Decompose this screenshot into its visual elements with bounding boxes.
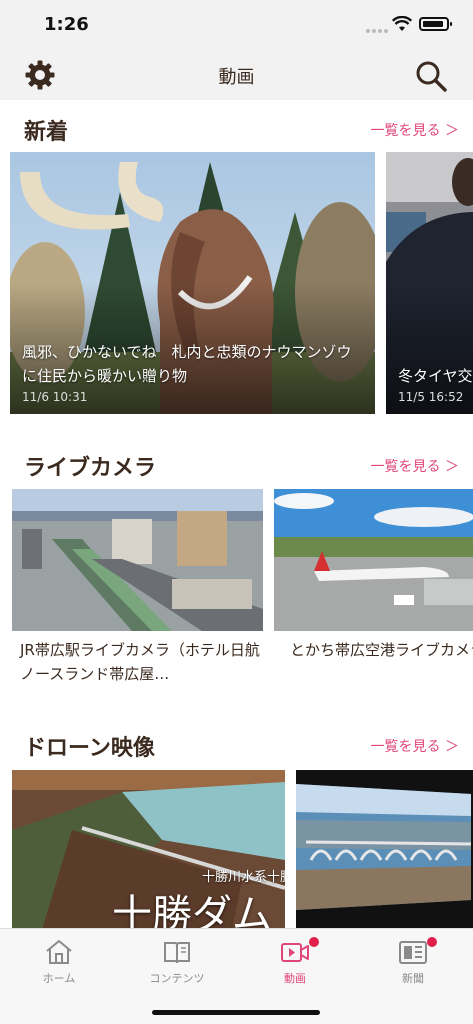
section-live-title: ライブカメラ: [24, 456, 157, 481]
card-date: 11/5 16:52: [398, 390, 464, 404]
tab-contents[interactable]: コンテンツ: [118, 929, 236, 999]
section-new-title: 新着: [24, 120, 69, 145]
home-indicator[interactable]: [152, 1010, 320, 1015]
section-drone-more-link[interactable]: 一覧を見る ＞: [371, 736, 459, 756]
wifi-icon: [392, 16, 412, 31]
airport-thumbnail: [274, 489, 473, 631]
live-camera-card[interactable]: [274, 489, 473, 631]
tab-home-label: ホーム: [42, 972, 76, 985]
nav-bar: 動画: [0, 52, 473, 100]
section-new-more-link[interactable]: 一覧を見る ＞: [371, 120, 459, 140]
live-camera-title: JR帯広駅ライブカメラ（ホテル日航ノースランド帯広屋…: [20, 641, 260, 683]
tab-video[interactable]: 動画: [236, 929, 354, 999]
section-live-header: ライブカメラ 一覧を見る ＞: [0, 450, 473, 490]
section-new-header: 新着 一覧を見る ＞: [0, 114, 473, 154]
newspaper-icon: [399, 941, 427, 964]
live-camera-title: とかち帯広空港ライブカメラ: [290, 641, 473, 659]
drone-overlay-title: 十勝ダム: [112, 892, 272, 928]
tab-newspaper-label: 新聞: [402, 972, 424, 985]
card-title: 風邪、ひかないでね 札内と忠類のナウマンゾウに住民から暖かい贈り物: [22, 343, 352, 385]
card-date: 11/6 10:31: [22, 390, 88, 404]
status-bar: 1:26: [0, 0, 473, 52]
tab-contents-label: コンテンツ: [149, 972, 205, 985]
screen: 1:26 動画 新着 一覧を見る ＞ 風邪、ひかないでね 札内と忠類のナウマンゾ…: [0, 0, 473, 1024]
section-drone-title: ドローン映像: [24, 736, 155, 761]
new-video-card[interactable]: 冬タイヤ交換 11/5 16:52: [386, 152, 473, 414]
tab-home[interactable]: ホーム: [0, 929, 118, 999]
section-live-more-link[interactable]: 一覧を見る ＞: [371, 456, 459, 476]
tab-newspaper[interactable]: 新聞: [354, 929, 472, 999]
tab-video-label: 動画: [284, 972, 306, 985]
card-title: 冬タイヤ交換: [398, 367, 473, 385]
book-icon: [164, 942, 190, 964]
drone-video-card[interactable]: 十勝川水系十勝 十勝ダム: [12, 770, 285, 928]
content-scroll[interactable]: 新着 一覧を見る ＞ 風邪、ひかないでね 札内と忠類のナウマンゾウに住民から暖か…: [0, 100, 473, 928]
new-video-card[interactable]: 風邪、ひかないでね 札内と忠類のナウマンゾウに住民から暖かい贈り物 11/6 1…: [10, 152, 375, 414]
live-camera-card[interactable]: [12, 489, 263, 631]
bridge-thumbnail: [296, 770, 473, 928]
home-icon: [46, 940, 72, 964]
search-icon[interactable]: [414, 59, 448, 93]
battery-icon: [419, 17, 452, 31]
status-time: 1:26: [44, 14, 89, 35]
video-icon: [281, 943, 309, 962]
signal-dots-icon: [366, 29, 388, 33]
tab-video-badge: [309, 937, 319, 947]
station-thumbnail: [12, 489, 263, 631]
tab-newspaper-badge: [427, 937, 437, 947]
drone-video-card[interactable]: [296, 770, 473, 928]
page-title: 動画: [218, 67, 255, 88]
section-drone-header: ドローン映像 一覧を見る ＞: [0, 730, 473, 770]
